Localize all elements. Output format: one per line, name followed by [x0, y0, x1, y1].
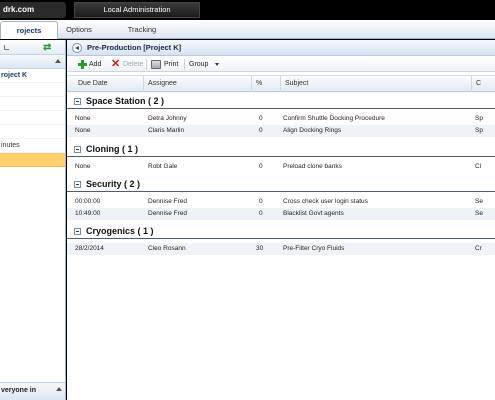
- tab-projects[interactable]: rojects: [0, 21, 58, 39]
- footer-label: veryone in: [1, 387, 37, 394]
- top-bar: drk.com Local Administration: [0, 0, 495, 20]
- column-assignee[interactable]: Assignee: [144, 76, 252, 92]
- collapse-up-icon[interactable]: [55, 59, 61, 63]
- due-date-cell: None: [75, 163, 91, 170]
- percent-cell: 0: [259, 198, 263, 205]
- due-date-cell: None: [75, 115, 91, 122]
- subject-cell: Pre-Filter Cryo Fluids: [283, 245, 345, 252]
- group-header[interactable]: Space Station ( 2 ): [67, 93, 495, 109]
- collapse-icon[interactable]: [74, 181, 81, 188]
- tab-tracking[interactable]: Tracking: [120, 21, 164, 39]
- toolbar-divider: [184, 59, 185, 70]
- left-panel: ⇄ roject K inutes veryone in: [0, 40, 66, 400]
- local-administration-tab[interactable]: Local Administration: [74, 2, 200, 18]
- collapse-icon[interactable]: [74, 228, 81, 235]
- action-toolbar: Add ✕ Delete Print Group: [67, 57, 495, 72]
- assignee-cell: Detra Johnny: [148, 115, 187, 122]
- delete-button[interactable]: Delete: [123, 57, 143, 72]
- app-window: drk.com Local Administration rojects Opt…: [0, 0, 495, 400]
- table-row[interactable]: None Claris Marlin 0 Align Docking Rings…: [67, 125, 495, 137]
- group-label: Security ( 2 ): [86, 179, 141, 189]
- app-logo[interactable]: drk.com: [0, 2, 66, 18]
- project-item[interactable]: [0, 97, 65, 111]
- percent-cell: 30: [256, 245, 264, 252]
- category-cell: Sp: [475, 127, 483, 134]
- table-row[interactable]: 00:00:00 Dennise Fred 0 Cross check user…: [67, 196, 495, 208]
- main-header: Pre-Production [Project K]: [67, 40, 495, 56]
- group-label: Cryogenics ( 1 ): [86, 226, 154, 236]
- collapse-panel-button[interactable]: [72, 43, 82, 53]
- nav-bar: rojects Options Tracking: [0, 20, 495, 39]
- page-title: Pre-Production [Project K]: [87, 43, 182, 52]
- group-header[interactable]: Cryogenics ( 1 ): [67, 223, 495, 239]
- main-panel: Pre-Production [Project K] Add ✕ Delete …: [67, 40, 495, 400]
- project-item-selected[interactable]: [0, 153, 65, 167]
- group-header[interactable]: Security ( 2 ): [67, 176, 495, 192]
- percent-cell: 0: [259, 115, 263, 122]
- project-item[interactable]: [0, 83, 65, 97]
- print-button[interactable]: Print: [164, 57, 178, 72]
- project-item[interactable]: inutes: [0, 139, 65, 153]
- left-panel-toolbar: ⇄: [0, 40, 65, 55]
- add-icon[interactable]: [78, 60, 87, 69]
- column-percent[interactable]: %: [252, 76, 281, 92]
- due-date-cell: 00:00:00: [75, 198, 101, 205]
- project-item[interactable]: [0, 111, 65, 125]
- assignee-cell: Cleo Rosann: [148, 245, 186, 252]
- add-button[interactable]: Add: [89, 57, 101, 72]
- left-panel-footer[interactable]: veryone in: [0, 382, 65, 400]
- column-category[interactable]: C: [472, 76, 495, 92]
- collapse-icon[interactable]: [74, 98, 81, 105]
- delete-icon[interactable]: ✕: [111, 59, 121, 70]
- due-date-cell: None: [75, 127, 91, 134]
- subject-cell: Preload clone banks: [283, 163, 342, 170]
- percent-cell: 0: [259, 163, 263, 170]
- collapse-icon[interactable]: [74, 146, 81, 153]
- assignee-cell: Dennise Fred: [148, 210, 188, 217]
- print-icon[interactable]: [151, 60, 161, 69]
- percent-cell: 0: [259, 127, 263, 134]
- table-row[interactable]: 10:49:00 Dennise Fred 0 Blacklist Govt a…: [67, 208, 495, 220]
- arrow-left-icon: [75, 46, 79, 50]
- subject-cell: Cross check user login status: [283, 198, 368, 205]
- table-row[interactable]: None Detra Johnny 0 Confirm Shuttle Dock…: [67, 113, 495, 125]
- due-date-cell: 28/2/2014: [75, 245, 104, 252]
- assignee-cell: Claris Marlin: [148, 127, 185, 134]
- category-cell: Sp: [475, 115, 483, 122]
- category-cell: Se: [475, 210, 483, 217]
- collapse-up-icon[interactable]: [56, 387, 62, 391]
- due-date-cell: 10:49:00: [75, 210, 101, 217]
- column-subject[interactable]: Subject: [281, 76, 472, 92]
- column-due-date[interactable]: Due Date: [67, 76, 144, 92]
- percent-cell: 0: [259, 210, 263, 217]
- left-panel-header: [0, 55, 65, 69]
- column-header-row: Due Date Assignee % Subject C: [67, 75, 495, 92]
- dropdown-icon[interactable]: [4, 45, 9, 50]
- refresh-icon[interactable]: ⇄: [43, 42, 54, 53]
- project-item[interactable]: roject K: [0, 69, 65, 83]
- group-header[interactable]: Cloning ( 1 ): [67, 141, 495, 157]
- subject-cell: Confirm Shuttle Docking Procedure: [283, 115, 385, 122]
- tab-options[interactable]: Options: [58, 21, 100, 39]
- category-cell: Cr: [475, 245, 482, 252]
- toolbar-divider: [146, 59, 147, 70]
- assignee-cell: Dennise Fred: [148, 198, 188, 205]
- subject-cell: Align Docking Rings: [283, 127, 342, 134]
- group-button[interactable]: Group: [189, 57, 208, 72]
- category-cell: Cl: [475, 163, 482, 170]
- group-label: Space Station ( 2 ): [86, 96, 165, 106]
- project-item[interactable]: [0, 125, 65, 139]
- group-label: Cloning ( 1 ): [86, 144, 138, 154]
- assignee-cell: Robt Gale: [148, 163, 178, 170]
- subject-cell: Blacklist Govt agents: [283, 210, 344, 217]
- category-cell: Se: [475, 198, 483, 205]
- table-row[interactable]: 28/2/2014 Cleo Rosann 30 Pre-Filter Cryo…: [67, 243, 495, 255]
- chevron-down-icon[interactable]: [215, 63, 219, 66]
- table-row[interactable]: None Robt Gale 0 Preload clone banks Cl: [67, 161, 495, 173]
